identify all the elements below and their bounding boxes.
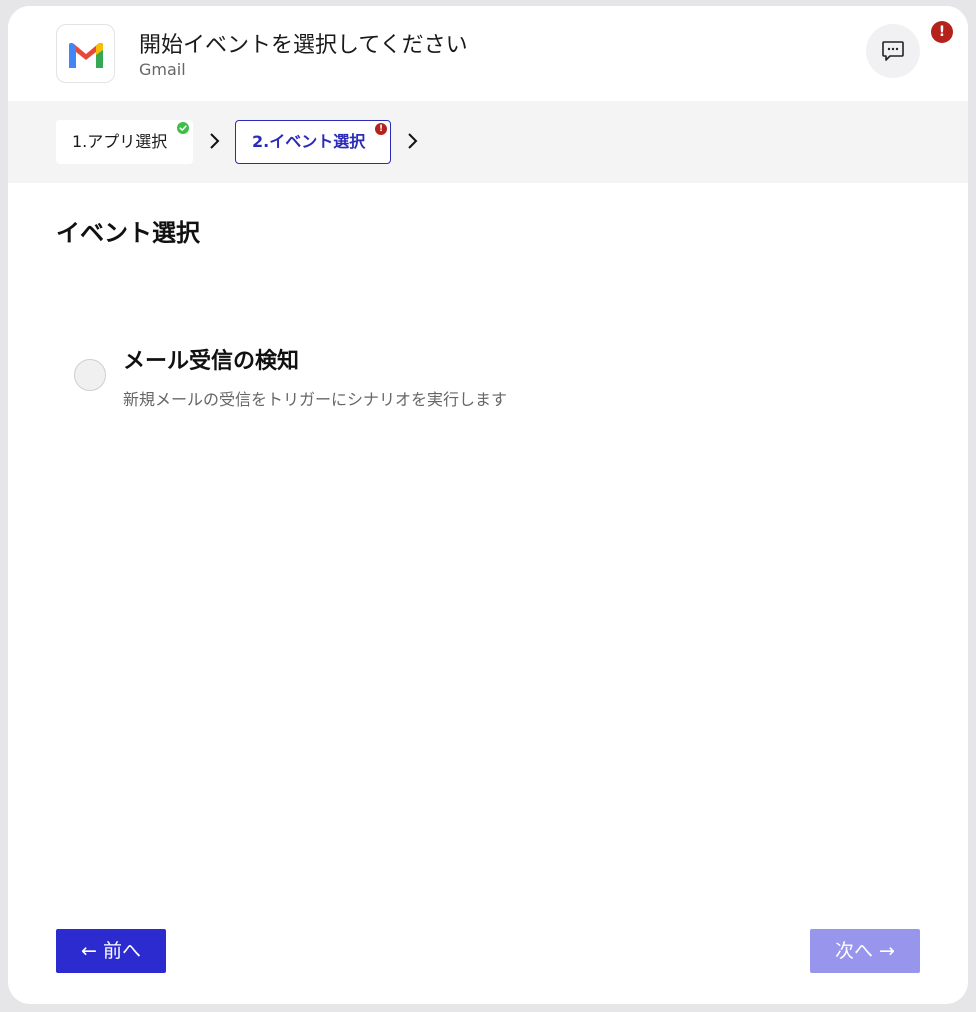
step-app-selection[interactable]: 1.アプリ選択: [56, 120, 193, 164]
app-name: Gmail: [139, 60, 186, 79]
event-option-title: メール受信の検知: [123, 349, 300, 374]
chat-button[interactable]: [866, 24, 920, 78]
event-option-description: 新規メールの受信をトリガーにシナリオを実行します: [123, 390, 508, 409]
prev-button[interactable]: ← 前へ: [56, 929, 166, 973]
step-event-selection[interactable]: 2.イベント選択 !: [235, 120, 391, 164]
chevron-right-icon: [408, 133, 418, 149]
section-title: イベント選択: [56, 219, 200, 247]
event-option-mail-received[interactable]: メール受信の検知 新規メールの受信をトリガーにシナリオを実行します: [72, 339, 712, 419]
check-icon: [177, 122, 189, 134]
page-title: 開始イベントを選択してください: [139, 33, 468, 58]
chat-bubble-icon: [882, 41, 904, 61]
step-label: 2.イベント選択: [252, 132, 366, 151]
gmail-logo-icon: [56, 24, 115, 83]
alert-badge: !: [931, 21, 953, 43]
chevron-right-icon: [210, 133, 220, 149]
dialog-header: 開始イベントを選択してください Gmail: [8, 6, 968, 101]
event-radio[interactable]: [74, 359, 106, 391]
next-button[interactable]: 次へ →: [810, 929, 920, 973]
step-navigation: 1.アプリ選択 2.イベント選択 !: [8, 101, 968, 183]
event-selection-dialog: 開始イベントを選択してください Gmail ! 1.アプリ選択 2.イベント選択…: [8, 6, 968, 1004]
error-icon: !: [375, 123, 387, 135]
step-label: 1.アプリ選択: [72, 132, 168, 151]
